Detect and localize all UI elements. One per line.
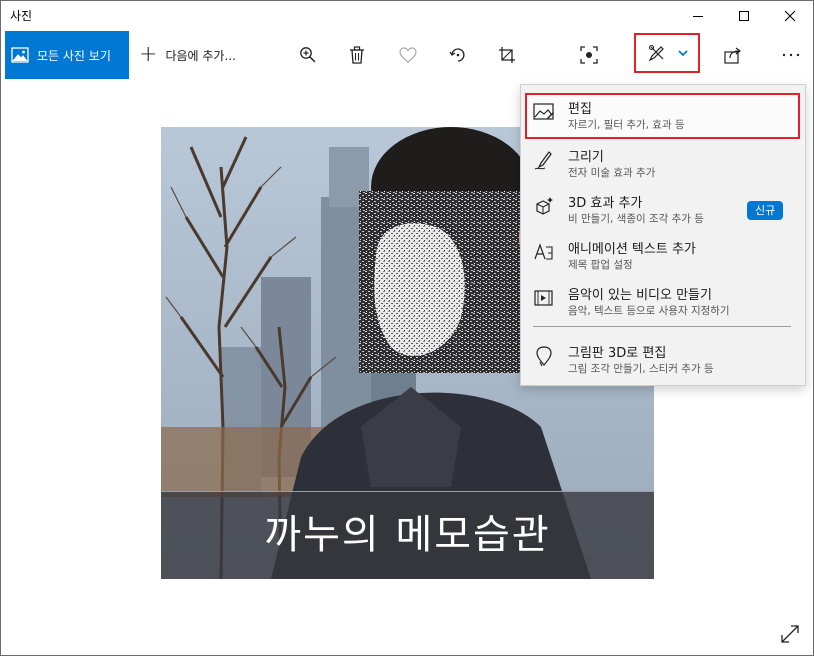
menu-item-animated-text[interactable]: 애니메이션 텍스트 추가 제목 팝업 설정 xyxy=(521,233,805,279)
expand-icon xyxy=(781,625,799,643)
paint3d-icon xyxy=(536,346,552,367)
menu-item-subtitle: 그림 조각 만들기, 스티커 추가 등 xyxy=(568,363,714,375)
close-icon xyxy=(784,10,796,22)
menu-item-subtitle: 비 만들기, 색종이 조각 추가 등 xyxy=(568,213,704,225)
menu-separator xyxy=(533,326,791,327)
add-to-button[interactable]: + 다음에 추가... xyxy=(139,31,236,79)
edit-and-create-button[interactable] xyxy=(634,33,700,73)
menu-item-paint3d[interactable]: 그림판 3D로 편집 그림 조각 만들기, 스티커 추가 등 xyxy=(521,337,805,383)
edit-create-menu: 편집 자르기, 필터 추가, 효과 등 그리기 전자 미술 효과 추가 3D 효… xyxy=(520,84,806,386)
more-button[interactable] xyxy=(771,31,811,79)
menu-item-title: 3D 효과 추가 xyxy=(568,196,643,211)
toolbar: 모든 사진 보기 + 다음에 추가... xyxy=(1,31,813,79)
enhance-icon xyxy=(580,46,598,64)
menu-item-subtitle: 자르기, 필터 추가, 효과 등 xyxy=(568,119,685,131)
edit-create-icon xyxy=(648,44,664,62)
see-all-photos-label: 모든 사진 보기 xyxy=(37,48,111,63)
photo-caption-text: 까누의 메모습관 xyxy=(264,512,551,558)
zoom-in-icon xyxy=(300,47,316,63)
delete-icon xyxy=(350,46,364,64)
photos-app-window: 사진 모든 사진 보기 + 다음에 추가... 까누의 메모습관 편집 자르기,… xyxy=(0,0,814,656)
new-badge: 신규 xyxy=(747,201,784,220)
menu-item-title: 그림판 3D로 편집 xyxy=(568,346,667,361)
title-bar: 사진 xyxy=(1,1,813,31)
see-all-photos-button[interactable]: 모든 사진 보기 xyxy=(5,31,129,79)
share-icon xyxy=(724,47,741,64)
delete-button[interactable] xyxy=(337,31,377,79)
menu-item-title: 애니메이션 텍스트 추가 xyxy=(568,242,696,257)
menu-item-subtitle: 전자 미술 효과 추가 xyxy=(568,167,656,179)
menu-item-title: 편집 xyxy=(568,102,592,117)
more-icon xyxy=(782,53,800,57)
animated-text-icon xyxy=(534,243,553,260)
crop-icon xyxy=(499,47,515,63)
plus-icon: + xyxy=(139,42,158,67)
favorite-heart-icon xyxy=(399,47,417,63)
minimize-button[interactable] xyxy=(675,1,721,31)
3d-effects-icon xyxy=(536,197,553,215)
maximize-icon xyxy=(739,11,749,21)
menu-item-edit[interactable]: 편집 자르기, 필터 추가, 효과 등 xyxy=(525,93,800,139)
rotate-button[interactable] xyxy=(438,31,478,79)
draw-pen-icon xyxy=(534,151,552,170)
app-title: 사진 xyxy=(10,9,33,23)
edit-image-icon xyxy=(533,103,554,120)
full-screen-button[interactable] xyxy=(779,623,803,647)
menu-item-title: 그리기 xyxy=(568,150,604,165)
photo-gallery-icon xyxy=(11,47,29,63)
menu-item-subtitle: 음악, 텍스트 등으로 사용자 지정하기 xyxy=(568,305,730,317)
menu-item-video-with-music[interactable]: 음악이 있는 비디오 만들기 음악, 텍스트 등으로 사용자 지정하기 xyxy=(521,279,805,325)
add-to-label: 다음에 추가... xyxy=(165,48,236,63)
video-music-icon xyxy=(534,290,553,306)
zoom-button[interactable] xyxy=(288,31,328,79)
menu-item-draw[interactable]: 그리기 전자 미술 효과 추가 xyxy=(521,141,805,187)
menu-item-3d-effects[interactable]: 3D 효과 추가 비 만들기, 색종이 조각 추가 등 신규 xyxy=(521,187,805,233)
chevron-down-icon xyxy=(678,50,688,57)
crop-button[interactable] xyxy=(487,31,527,79)
menu-item-subtitle: 제목 팝업 설정 xyxy=(568,259,633,271)
maximize-button[interactable] xyxy=(721,1,767,31)
favorite-button[interactable] xyxy=(388,31,428,79)
rotate-icon xyxy=(449,48,465,62)
close-button[interactable] xyxy=(767,1,813,31)
minimize-icon xyxy=(693,16,703,17)
menu-item-title: 음악이 있는 비디오 만들기 xyxy=(568,288,712,303)
share-button[interactable] xyxy=(713,31,753,79)
enhance-button[interactable] xyxy=(569,31,609,79)
